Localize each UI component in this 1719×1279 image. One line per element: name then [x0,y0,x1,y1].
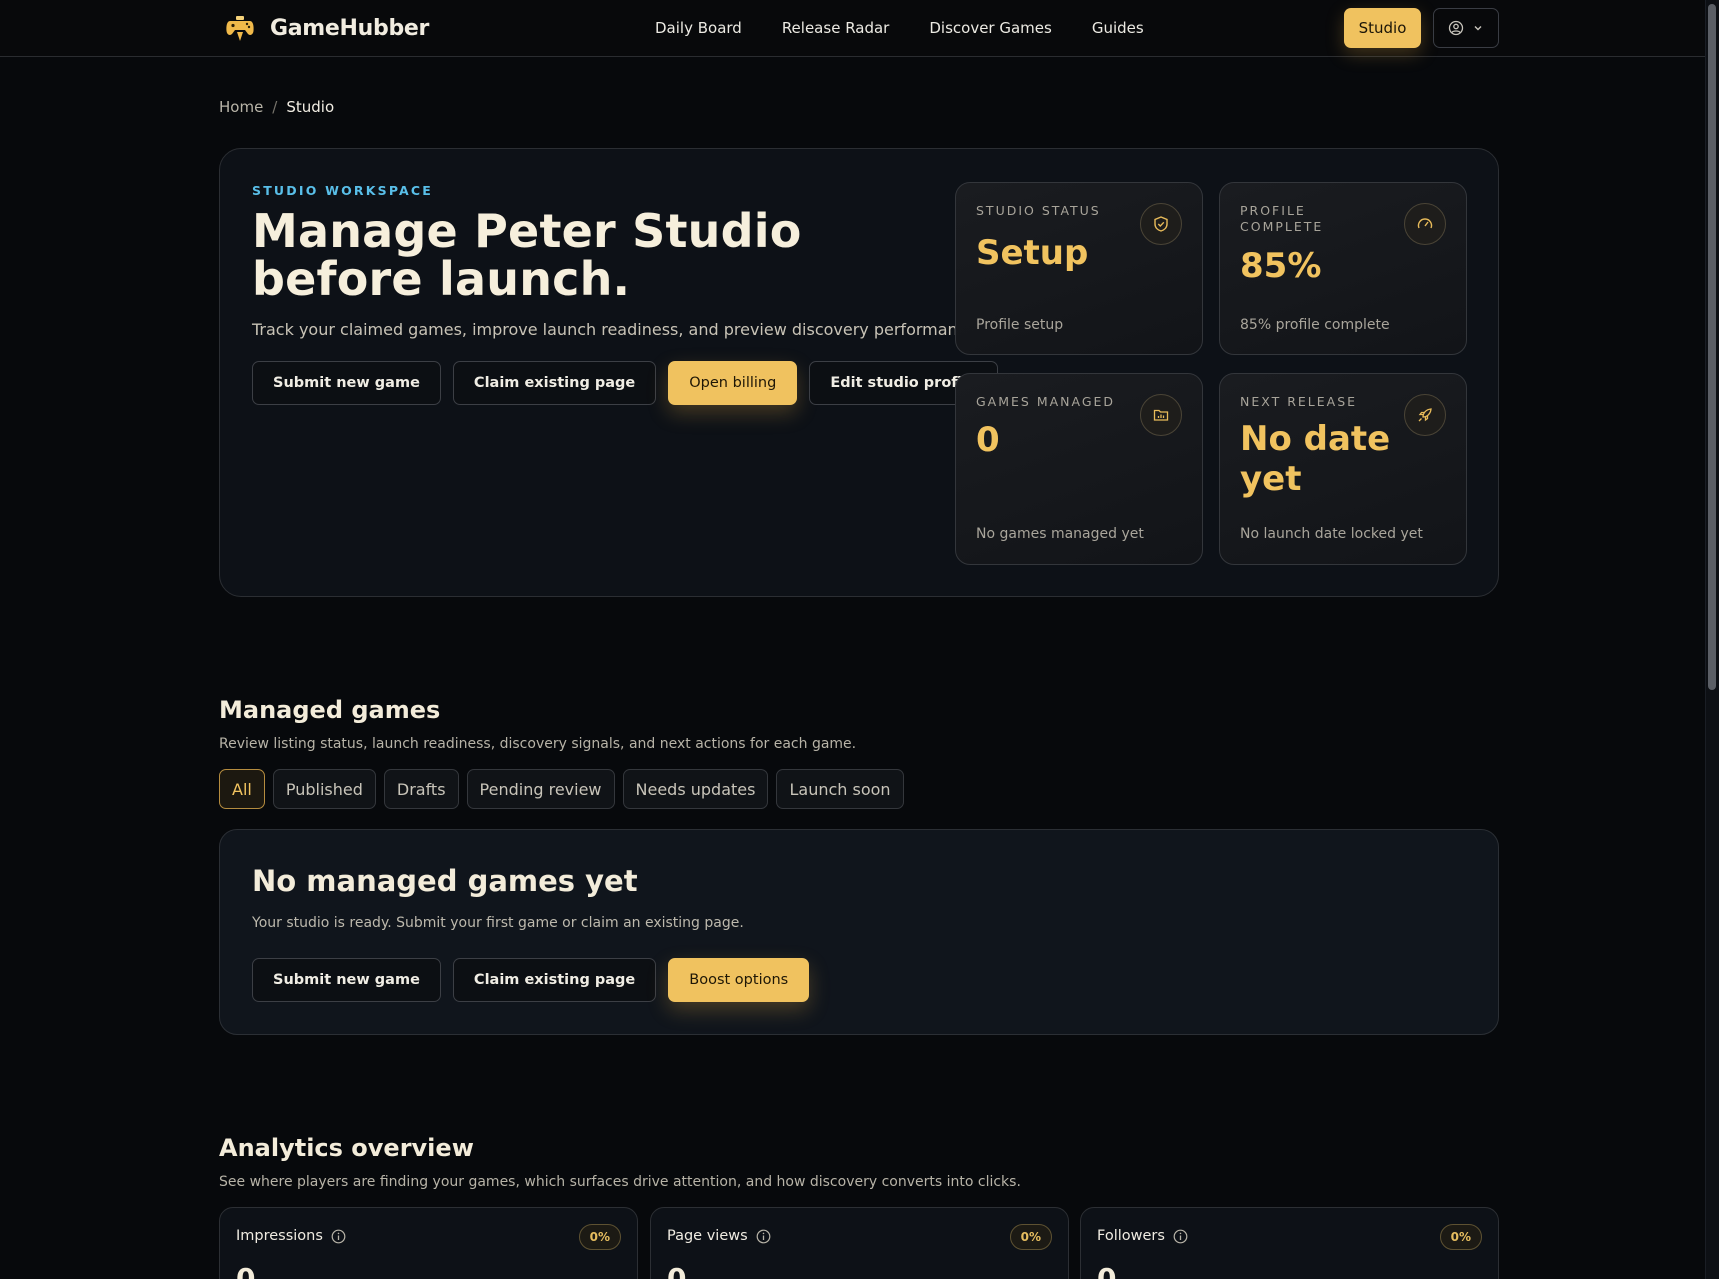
stat-card-studio-status: STUDIO STATUS Setup Profile setup [955,182,1203,355]
stat-value: No date yet [1240,419,1391,499]
shield-check-icon [1140,203,1182,245]
analytics-title: Analytics overview [219,1134,474,1162]
managed-games-title: Managed games [219,696,441,724]
hero-eyebrow: STUDIO WORKSPACE [252,183,434,198]
studio-hero-panel: STUDIO WORKSPACE Manage Peter Studio bef… [219,148,1499,597]
stat-note: No games managed yet [976,526,1144,542]
stat-label: PROFILE COMPLETE [1240,203,1324,234]
change-badge: 0% [1009,1224,1052,1250]
filter-all[interactable]: All [219,769,265,809]
managed-games-filters: All Published Drafts Pending review Need… [219,769,904,809]
nav-release-radar[interactable]: Release Radar [782,19,890,37]
info-icon[interactable] [331,1229,346,1244]
empty-state-panel: No managed games yet Your studio is read… [219,829,1499,1035]
stat-label: STUDIO STATUS [976,203,1101,218]
filter-drafts[interactable]: Drafts [383,769,459,809]
stat-label: GAMES MANAGED [976,394,1116,409]
account-menu-button[interactable] [1433,8,1499,48]
analytics-card-impressions: Impressions 0% 0 [219,1207,638,1279]
top-header: GameHubber Daily Board Release Radar Dis… [0,0,1705,57]
scrollbar-thumb[interactable] [1708,4,1716,690]
nav-daily-board[interactable]: Daily Board [655,19,742,37]
filter-needs-updates[interactable]: Needs updates [622,769,769,809]
analytics-card-value: 0 [236,1262,256,1279]
breadcrumb-home[interactable]: Home [219,98,263,116]
managed-games-subtitle: Review listing status, launch readiness,… [219,736,857,752]
info-icon[interactable] [756,1229,771,1244]
stat-note: 85% profile complete [1240,317,1390,333]
rocket-icon [1404,394,1446,436]
page-title: Manage Peter Studio before launch. [252,204,802,306]
empty-state-subtitle: Your studio is ready. Submit your first … [252,915,744,931]
analytics-card-label-text: Page views [667,1228,748,1244]
nav-guides[interactable]: Guides [1092,19,1144,37]
gamepad-logo-icon [226,16,254,41]
submit-new-game-button[interactable]: Submit new game [252,958,441,1002]
breadcrumb-separator: / [272,98,278,116]
claim-existing-page-button[interactable]: Claim existing page [452,361,657,405]
gauge-icon [1404,203,1446,245]
stat-card-games-managed: GAMES MANAGED 0 No games managed yet [955,373,1203,565]
hero-actions: Submit new game Claim existing page Open… [252,361,998,405]
empty-state-actions: Submit new game Claim existing page Boos… [252,958,810,1002]
analytics-card-value: 0 [667,1262,687,1279]
stat-card-profile-complete: PROFILE COMPLETE 85% 85% profile complet… [1219,182,1467,355]
filter-launch-soon[interactable]: Launch soon [776,769,904,809]
folder-chart-icon [1140,394,1182,436]
user-circle-icon [1448,20,1464,36]
nav-discover-games[interactable]: Discover Games [929,19,1051,37]
page-scrollbar[interactable] [1705,0,1719,1279]
analytics-card-label: Followers [1097,1228,1188,1244]
analytics-card-label-text: Impressions [236,1228,323,1244]
hero-subtitle: Track your claimed games, improve launch… [252,320,982,339]
analytics-card-label: Impressions [236,1228,346,1244]
claim-existing-page-button[interactable]: Claim existing page [452,958,657,1002]
breadcrumb: Home / Studio [219,98,334,116]
stat-value: 0 [976,420,1000,460]
stat-value: 85% [1240,246,1322,286]
analytics-card-label: Page views [667,1228,771,1244]
analytics-card-followers: Followers 0% 0 [1080,1207,1499,1279]
stat-note: No launch date locked yet [1240,526,1423,542]
stat-card-next-release: NEXT RELEASE No date yet No launch date … [1219,373,1467,565]
info-icon[interactable] [1173,1229,1188,1244]
stat-label: NEXT RELEASE [1240,394,1358,409]
analytics-card-label-text: Followers [1097,1228,1165,1244]
stat-note: Profile setup [976,317,1064,333]
stat-value: Setup [976,233,1089,273]
analytics-card-page-views: Page views 0% 0 [650,1207,1069,1279]
submit-new-game-button[interactable]: Submit new game [252,361,441,405]
analytics-subtitle: See where players are finding your games… [219,1174,1021,1190]
breadcrumb-current: Studio [286,98,335,116]
studio-button[interactable]: Studio [1344,8,1421,48]
empty-state-title: No managed games yet [252,864,638,898]
main-nav: Daily Board Release Radar Discover Games… [655,19,1144,37]
filter-published[interactable]: Published [272,769,376,809]
brand-name: GameHubber [270,15,430,41]
boost-options-button[interactable]: Boost options [668,958,810,1002]
change-badge: 0% [578,1224,621,1250]
analytics-card-value: 0 [1097,1262,1117,1279]
change-badge: 0% [1439,1224,1482,1250]
brand-logo[interactable]: GameHubber [224,12,429,44]
filter-pending-review[interactable]: Pending review [466,769,615,809]
open-billing-button[interactable]: Open billing [668,361,798,405]
chevron-down-icon [1474,26,1482,31]
